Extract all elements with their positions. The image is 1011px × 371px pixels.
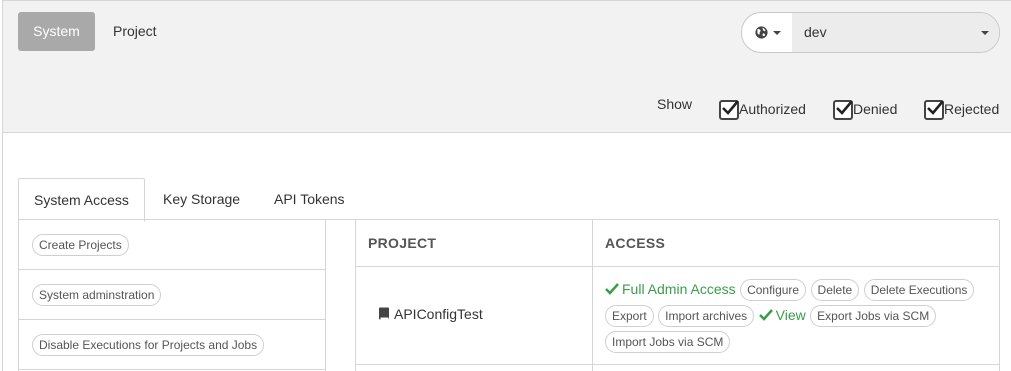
environment-selector: dev — [741, 12, 1000, 53]
check-icon — [605, 283, 619, 295]
column-header-project: PROJECT — [368, 235, 437, 251]
project-button[interactable]: Project — [103, 12, 167, 51]
checkbox-label: Rejected — [944, 101, 1000, 117]
access-badge-delete: Delete — [810, 279, 860, 301]
checkbox-label: Denied — [853, 101, 898, 117]
list-item: Disable Executions for Projects and Jobs — [19, 320, 325, 370]
filter-bar: Show Authorized Denied Rejected — [3, 78, 1011, 133]
list-item: System adminstration — [19, 270, 325, 320]
access-badge-export: Export — [605, 305, 654, 327]
chevron-down-icon — [981, 31, 989, 35]
top-bar: System Project dev — [3, 0, 1011, 79]
permission-badge: Create Projects — [32, 234, 129, 256]
checkmark-icon — [927, 100, 944, 115]
tab-key-storage[interactable]: Key Storage — [148, 178, 255, 219]
checkbox-box — [833, 100, 853, 120]
checkmark-icon — [836, 100, 853, 115]
environment-select[interactable]: dev — [792, 13, 999, 52]
divider — [356, 266, 999, 267]
book-icon — [379, 307, 389, 320]
access-granted-full-admin: Full Admin Access — [605, 281, 736, 297]
access-badge-export-jobs-scm: Export Jobs via SCM — [810, 305, 937, 327]
check-icon — [758, 309, 773, 321]
permission-badge: System adminstration — [32, 284, 162, 306]
environment-value: dev — [804, 24, 827, 40]
tab-system-access[interactable]: System Access — [18, 178, 145, 222]
tab-api-tokens[interactable]: API Tokens — [259, 178, 360, 219]
access-badge-delete-executions: Delete Executions — [863, 279, 975, 301]
column-header-access: ACCESS — [605, 235, 666, 251]
table-row-access: Full Admin Access Configure Delete Delet… — [605, 279, 985, 357]
project-access-table: PROJECT ACCESS APIConfigTest Full Admin … — [355, 220, 1000, 371]
system-button[interactable]: System — [18, 12, 95, 51]
permission-badge: Disable Executions for Projects and Jobs — [32, 334, 265, 356]
table-row-project: APIConfigTest — [378, 306, 483, 322]
checkbox-box — [924, 100, 944, 120]
access-badge-import-jobs-scm: Import Jobs via SCM — [605, 331, 731, 353]
project-name[interactable]: APIConfigTest — [394, 306, 483, 322]
system-access-list: Create Projects System adminstration Dis… — [18, 220, 326, 371]
chevron-down-icon — [773, 31, 781, 35]
globe-dropdown[interactable] — [742, 13, 793, 52]
access-granted-view: View — [758, 307, 806, 323]
globe-icon — [755, 26, 768, 39]
checkbox-label: Authorized — [739, 101, 806, 117]
divider — [356, 364, 999, 365]
show-label: Show — [657, 96, 693, 112]
access-badge-configure: Configure — [740, 279, 807, 301]
checkbox-box — [719, 100, 739, 120]
checkmark-icon — [722, 100, 739, 115]
page-frame: System Project dev Show Authorized Denie… — [2, 0, 1011, 371]
column-divider — [592, 220, 593, 371]
list-item: Create Projects — [19, 220, 325, 270]
access-badge-import-archives: Import archives — [658, 305, 755, 327]
